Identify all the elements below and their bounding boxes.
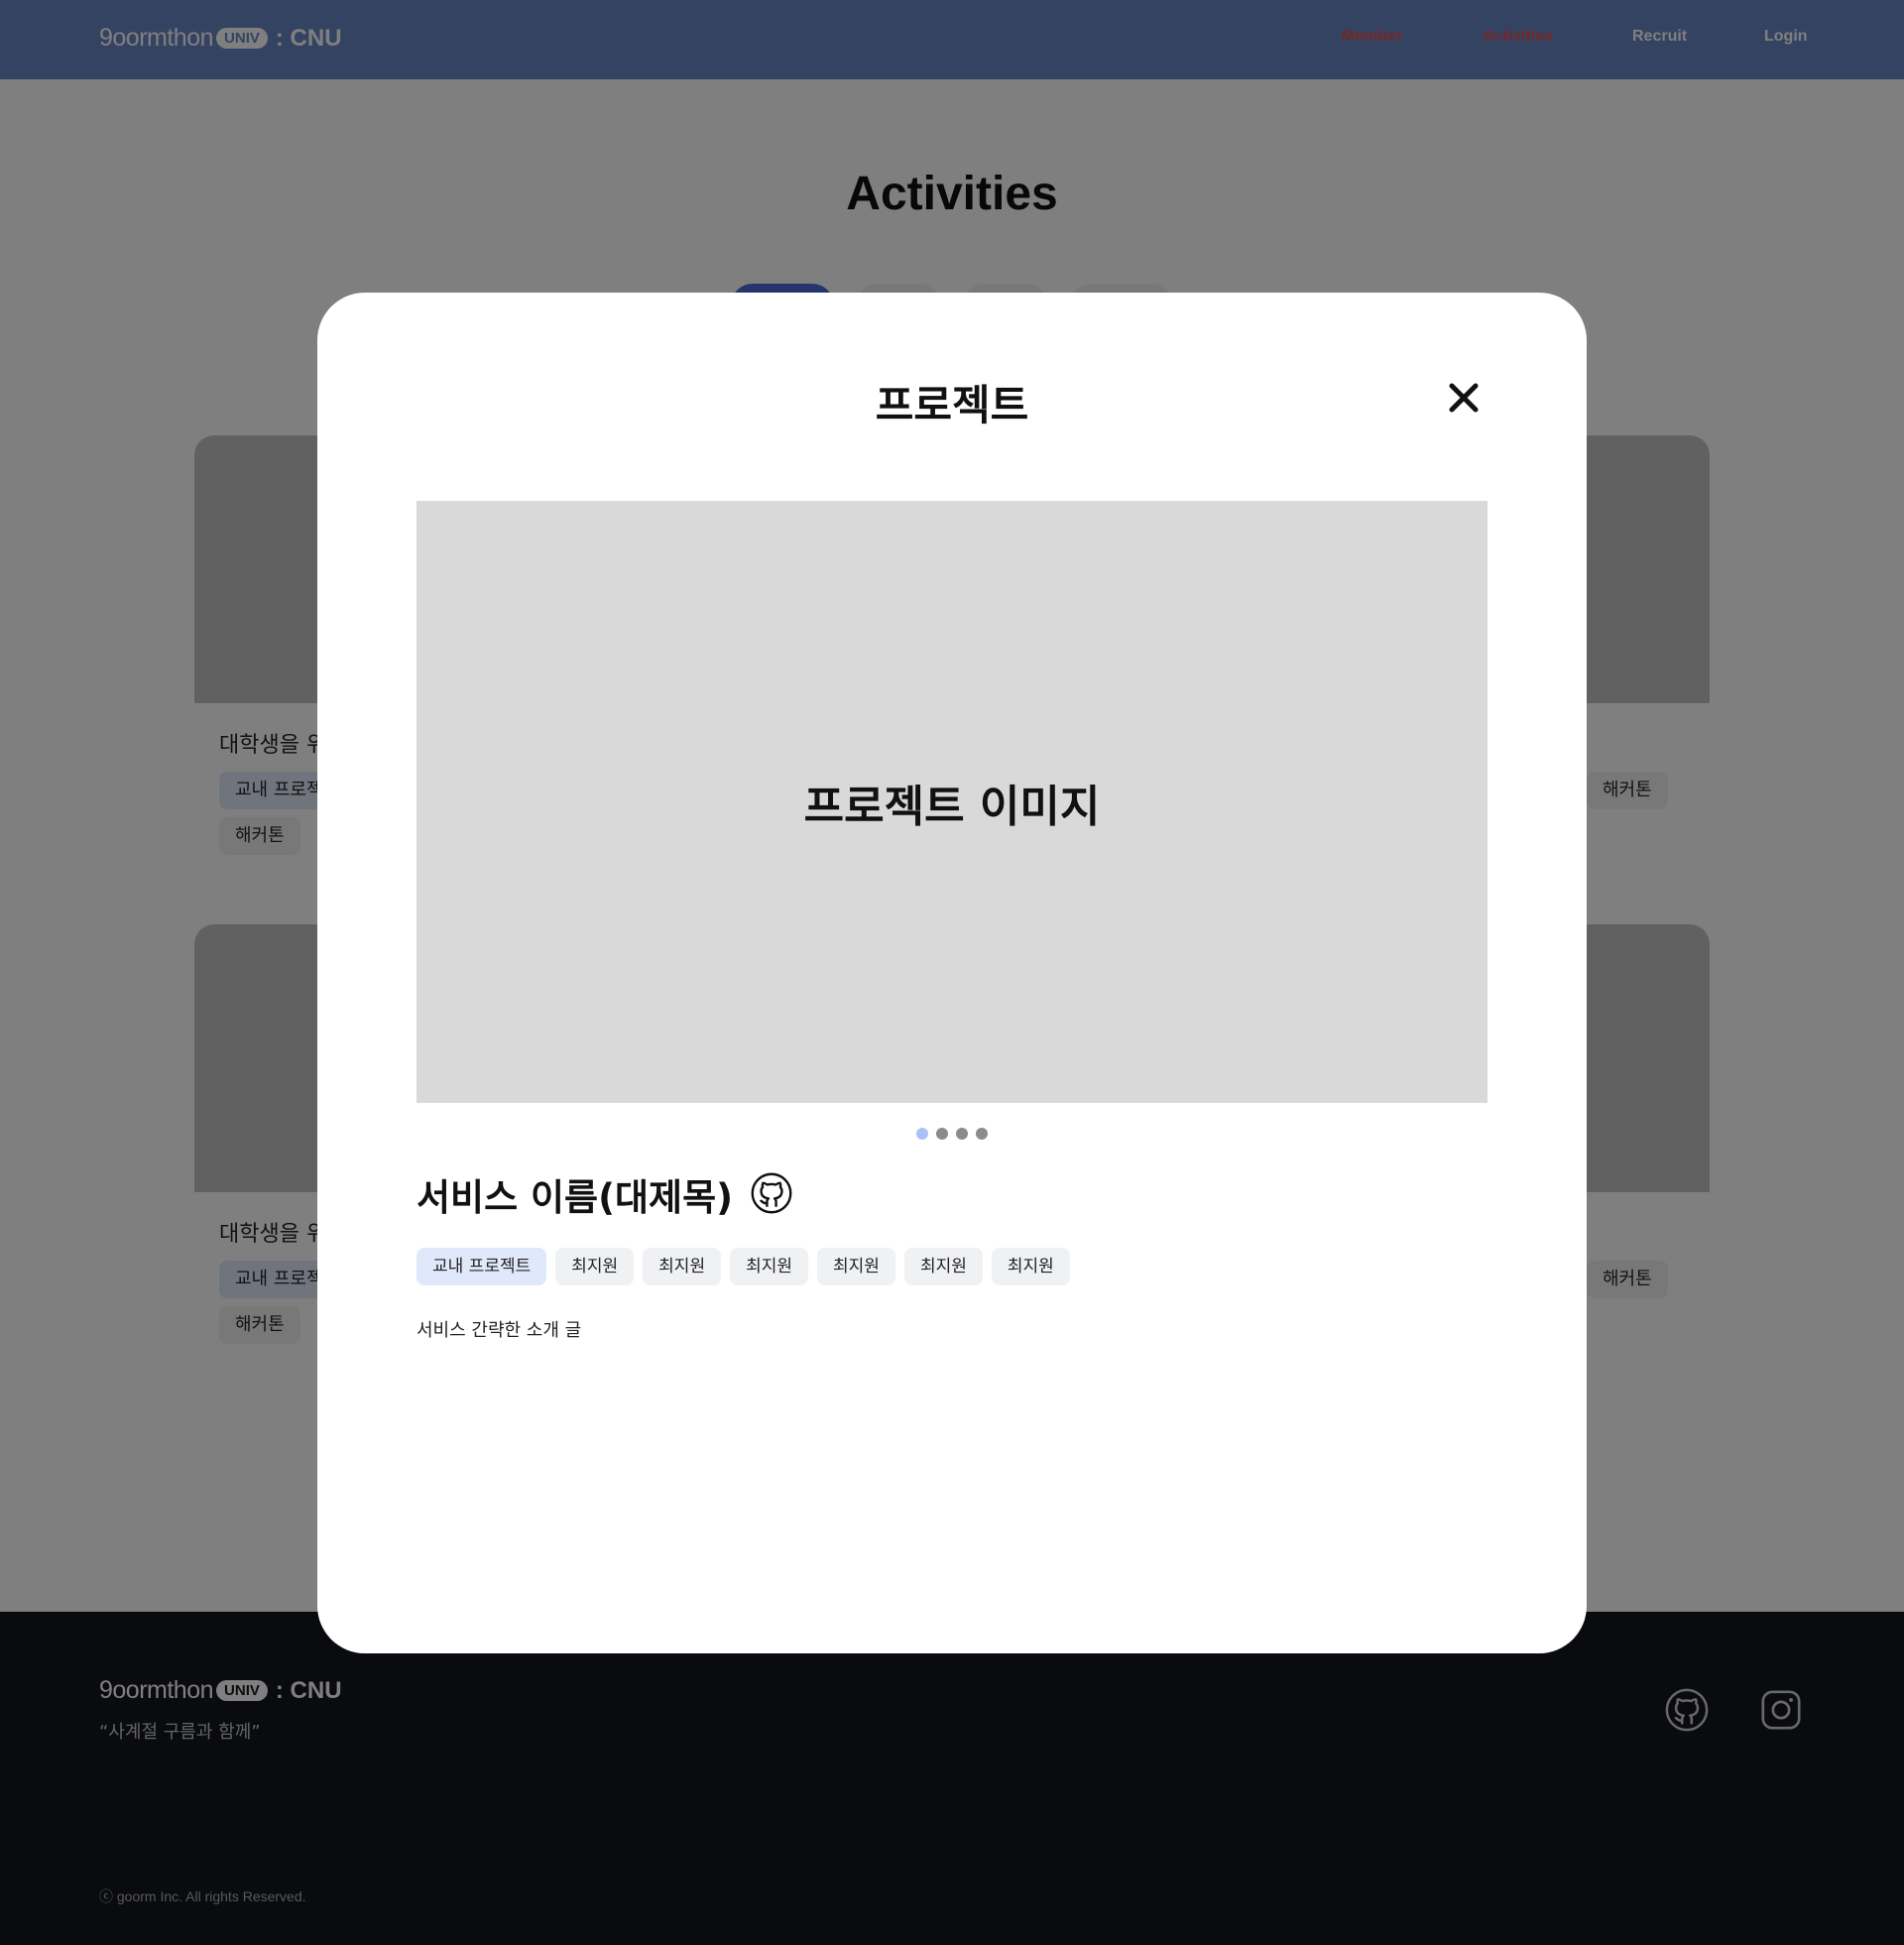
- github-icon[interactable]: [750, 1171, 793, 1215]
- carousel-dot[interactable]: [956, 1128, 968, 1140]
- project-type-tag: 교내 프로젝트: [416, 1248, 547, 1285]
- member-tag: 최지원: [643, 1248, 722, 1285]
- project-modal: 프로젝트 프로젝트 이미지 서비스 이름(대제목) 교내 프로젝트 최지원 최지…: [317, 293, 1587, 1653]
- carousel-dot[interactable]: [936, 1128, 948, 1140]
- member-tag: 최지원: [903, 1248, 983, 1285]
- carousel-dot[interactable]: [916, 1128, 928, 1140]
- service-description: 서비스 간략한 소개 글: [416, 1320, 582, 1341]
- project-tags: 교내 프로젝트 최지원 최지원 최지원 최지원 최지원 최지원: [416, 1248, 1070, 1285]
- member-tag: 최지원: [817, 1248, 895, 1285]
- member-tag: 최지원: [730, 1248, 809, 1285]
- carousel-indicator: [317, 1128, 1587, 1140]
- modal-title: 프로젝트: [875, 381, 1029, 429]
- close-icon[interactable]: [1444, 378, 1484, 418]
- service-title: 서비스 이름(대제목): [416, 1176, 734, 1219]
- carousel-dot[interactable]: [976, 1128, 988, 1140]
- member-tag: 최지원: [991, 1248, 1070, 1285]
- project-image: 프로젝트 이미지: [416, 501, 1488, 1103]
- project-image-label: 프로젝트 이미지: [803, 781, 1101, 832]
- member-tag: 최지원: [555, 1248, 635, 1285]
